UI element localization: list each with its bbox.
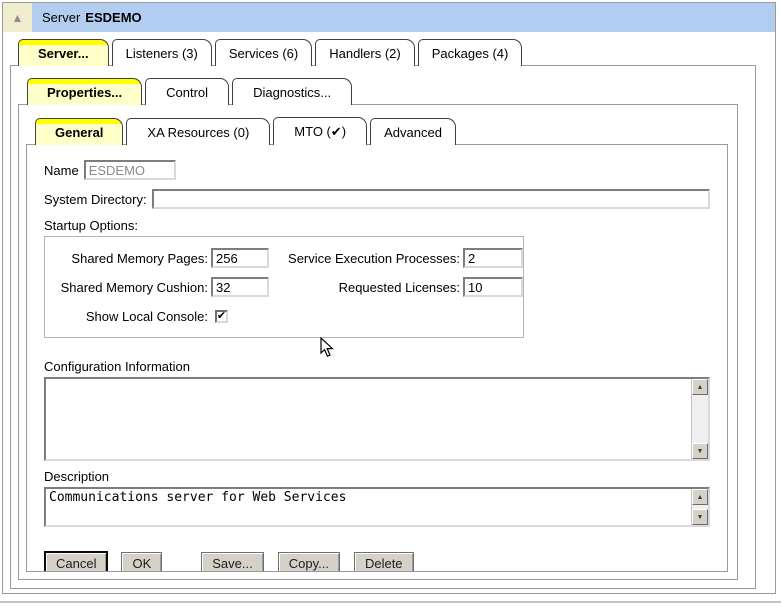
description-scrollbar[interactable]: ▲ ▼ <box>691 489 708 525</box>
name-input[interactable] <box>84 160 176 180</box>
server-name: ESDEMO <box>85 10 141 25</box>
server-window: ▲ Server ESDEMO Server... Listeners (3) … <box>2 2 776 594</box>
checkmark-icon: ✔ <box>217 311 226 322</box>
system-directory-label: System Directory: <box>44 192 147 207</box>
configuration-information-box: ▲ ▼ <box>44 377 710 461</box>
scroll-up-icon[interactable]: ▲ <box>692 489 708 505</box>
shared-memory-pages-input[interactable] <box>211 248 269 268</box>
tab-listeners[interactable]: Listeners (3) <box>112 39 212 66</box>
warning-triangle-icon: ▲ <box>12 11 24 25</box>
name-label: Name <box>44 163 79 178</box>
title-prefix: Server <box>42 10 80 25</box>
startup-options-group: Shared Memory Pages: Service Execution P… <box>44 236 524 338</box>
tab-control[interactable]: Control <box>145 78 229 105</box>
button-row: Cancel OK Save... Copy... Delete <box>44 551 710 572</box>
collapse-corner[interactable]: ▲ <box>3 3 32 32</box>
shared-memory-cushion-input[interactable] <box>211 277 269 297</box>
shared-memory-pages-label: Shared Memory Pages: <box>45 251 208 266</box>
tab-handlers[interactable]: Handlers (2) <box>315 39 415 66</box>
tab-packages[interactable]: Packages (4) <box>418 39 523 66</box>
configuration-information-label: Configuration Information <box>44 359 710 374</box>
title-bar-text: Server ESDEMO <box>32 3 775 32</box>
cancel-button[interactable]: Cancel <box>44 551 108 572</box>
tab-mto[interactable]: MTO (✔) <box>273 117 367 145</box>
system-directory-row: System Directory: <box>44 189 710 209</box>
configuration-scrollbar[interactable]: ▲ ▼ <box>691 379 708 459</box>
title-bar: ▲ Server ESDEMO <box>3 3 775 32</box>
startup-options-label: Startup Options: <box>44 218 710 233</box>
tab-diagnostics[interactable]: Diagnostics... <box>232 78 352 105</box>
tab-properties[interactable]: Properties... <box>27 78 142 105</box>
tab-server[interactable]: Server... <box>18 39 109 66</box>
properties-panel: General XA Resources (0) MTO (✔) Advance… <box>18 104 738 580</box>
ok-button[interactable]: OK <box>121 552 162 572</box>
requested-licenses-input[interactable] <box>463 277 523 297</box>
tab-xa-resources[interactable]: XA Resources (0) <box>126 118 270 145</box>
service-execution-processes-input[interactable] <box>463 248 523 268</box>
requested-licenses-label: Requested Licenses: <box>272 280 460 295</box>
description-label: Description <box>44 469 710 484</box>
es-admin-screen: ▲ Server ESDEMO Server... Listeners (3) … <box>0 0 781 608</box>
server-panel: Properties... Control Diagnostics... Gen… <box>10 65 756 589</box>
copy-button[interactable]: Copy... <box>278 552 340 572</box>
tab-general[interactable]: General <box>35 118 123 145</box>
scroll-down-icon[interactable]: ▼ <box>692 443 708 459</box>
configuration-information-textarea[interactable] <box>46 379 691 459</box>
properties-tab-row: Properties... Control Diagnostics... <box>27 78 755 104</box>
description-textarea[interactable]: Communications server for Web Services <box>46 489 691 525</box>
general-panel: Name System Directory: Startup Options: … <box>26 144 728 572</box>
server-tab-row: Server... Listeners (3) Services (6) Han… <box>18 39 775 65</box>
shared-memory-cushion-label: Shared Memory Cushion: <box>45 280 208 295</box>
service-execution-processes-label: Service Execution Processes: <box>272 251 460 266</box>
save-button[interactable]: Save... <box>201 552 263 572</box>
name-row: Name <box>44 160 710 180</box>
scroll-down-icon[interactable]: ▼ <box>692 509 708 525</box>
description-box: Communications server for Web Services ▲… <box>44 487 710 527</box>
show-local-console-checkbox[interactable]: ✔ <box>215 310 228 323</box>
page-bottom-rule <box>0 601 781 603</box>
system-directory-input[interactable] <box>152 189 710 209</box>
tab-services[interactable]: Services (6) <box>215 39 312 66</box>
delete-button[interactable]: Delete <box>354 552 414 572</box>
show-local-console-label: Show Local Console: <box>45 309 208 324</box>
tab-advanced[interactable]: Advanced <box>370 118 456 145</box>
general-tab-row: General XA Resources (0) MTO (✔) Advance… <box>35 117 737 144</box>
scroll-up-icon[interactable]: ▲ <box>692 379 708 395</box>
